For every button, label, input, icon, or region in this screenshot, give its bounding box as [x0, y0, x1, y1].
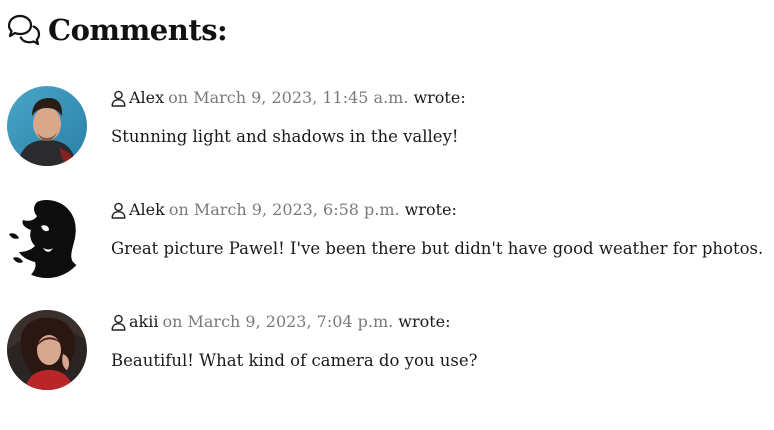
comment-text: Stunning light and shadows in the valley… [111, 127, 459, 146]
comment-author[interactable]: akii [129, 311, 158, 333]
user-icon [111, 314, 126, 331]
comment-wrote-label: wrote: [398, 312, 451, 331]
comment-text: Beautiful! What kind of camera do you us… [111, 351, 478, 370]
comment-meta: akii on March 9, 2023, 7:04 p.m. wrote: [111, 311, 451, 333]
comment-wrote-label: wrote: [404, 200, 457, 219]
comments-title: Comments: [48, 13, 228, 47]
avatar[interactable] [7, 198, 87, 278]
comment-item: Alex on March 9, 2023, 11:45 a.m. wrote:… [7, 86, 767, 168]
user-icon [111, 90, 126, 107]
comment-meta: Alek on March 9, 2023, 6:58 p.m. wrote: [111, 199, 457, 221]
avatar[interactable] [7, 310, 87, 390]
comment-item: akii on March 9, 2023, 7:04 p.m. wrote: … [7, 310, 767, 392]
comment-date: on March 9, 2023, 6:58 p.m. [168, 200, 400, 219]
comments-header: Comments: [6, 12, 228, 48]
comment-date: on March 9, 2023, 7:04 p.m. [162, 312, 394, 331]
comments-icon [7, 14, 41, 46]
comment-author[interactable]: Alex [129, 87, 164, 109]
comment-meta: Alex on March 9, 2023, 11:45 a.m. wrote: [111, 87, 466, 109]
comment-date: on March 9, 2023, 11:45 a.m. [168, 88, 409, 107]
comment-author[interactable]: Alek [129, 199, 165, 221]
comments-section: Comments: Alex on March 9, 2023, 11:45 a… [0, 0, 774, 430]
comment-wrote-label: wrote: [413, 88, 466, 107]
user-icon [111, 202, 126, 219]
comment-text: Great picture Pawel! I've been there but… [111, 239, 764, 258]
comment-item: Alek on March 9, 2023, 6:58 p.m. wrote: … [7, 198, 767, 280]
avatar[interactable] [7, 86, 87, 166]
